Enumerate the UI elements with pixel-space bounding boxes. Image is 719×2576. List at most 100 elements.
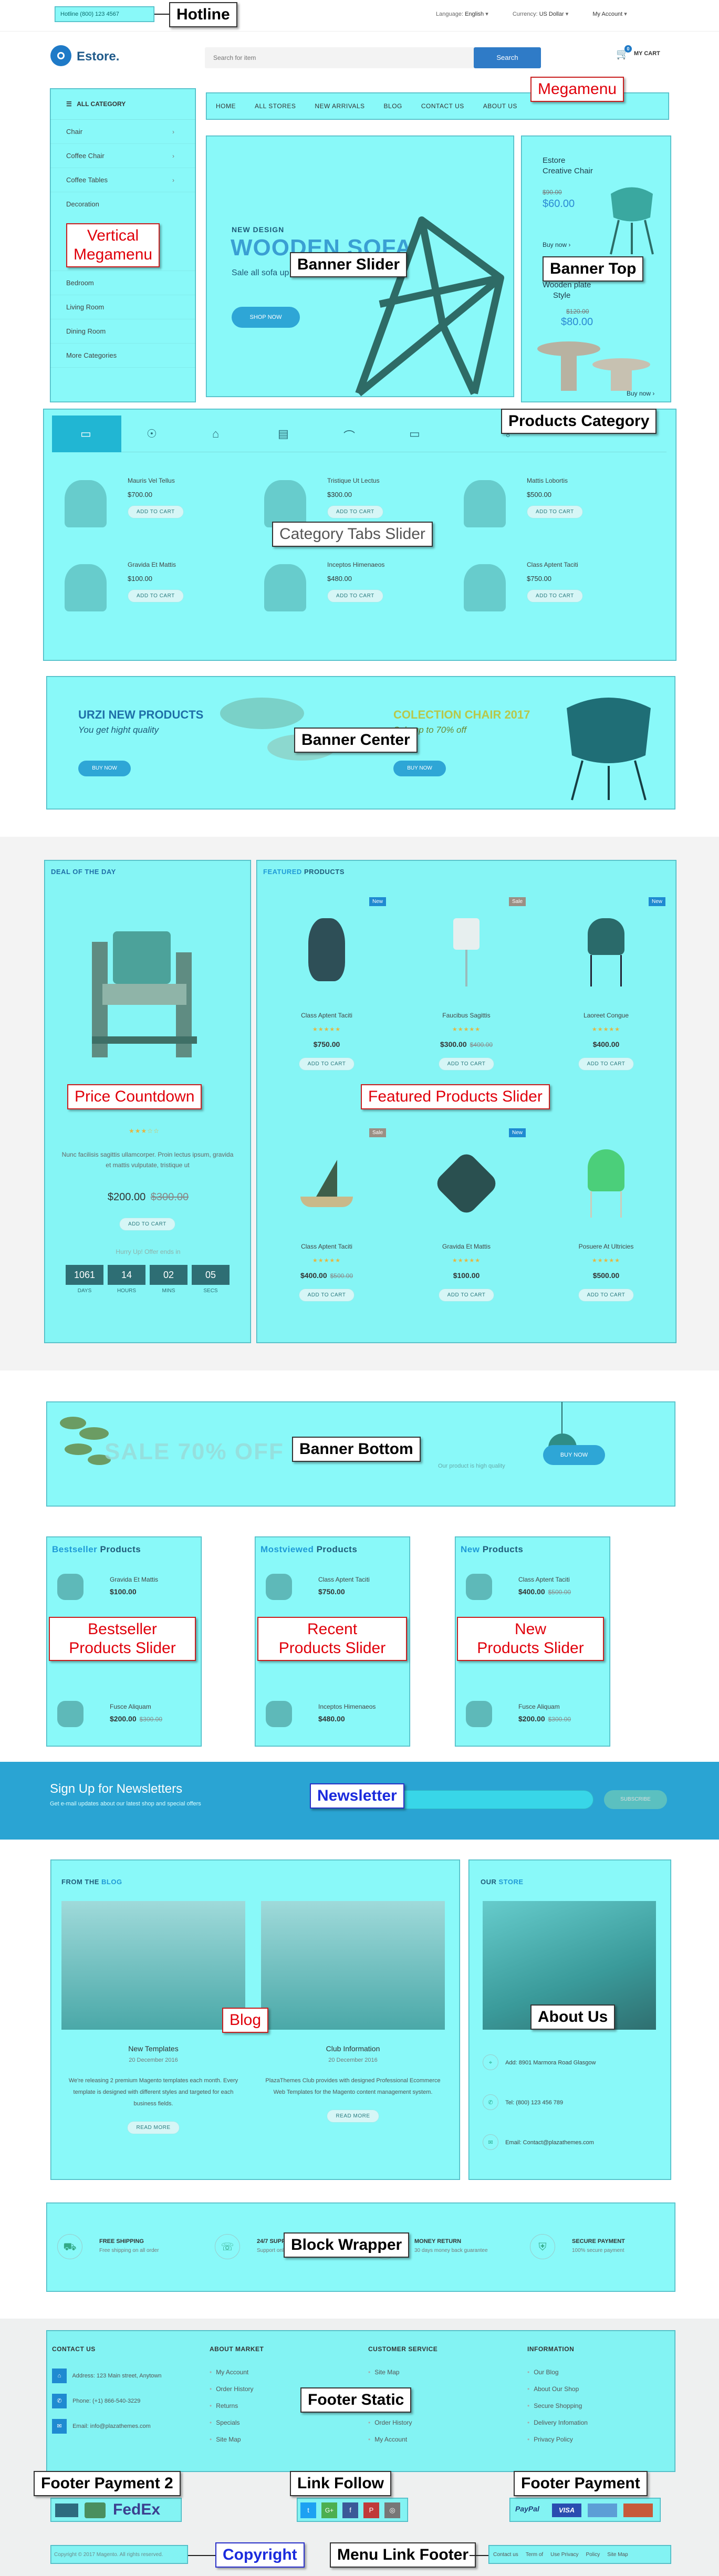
category-tab-active[interactable]: ▭: [52, 416, 121, 452]
product-name[interactable]: Inceptos Himenaeos: [318, 1703, 376, 1710]
product-name[interactable]: Inceptos Himenaeos: [327, 561, 384, 568]
add-to-cart-button[interactable]: ADD TO CART: [257, 1289, 397, 1302]
footer-link[interactable]: Privacy Policy: [527, 2436, 659, 2443]
add-to-cart-button[interactable]: ADD TO CART: [327, 589, 383, 603]
language-select[interactable]: English: [465, 11, 484, 17]
megamenu-item[interactable]: HOME: [206, 93, 245, 119]
footer-link[interactable]: Secure Shopping: [527, 2402, 659, 2409]
blog-post[interactable]: Club Information 20 December 2016 PlazaThe…: [261, 1901, 445, 2164]
lamp-icon[interactable]: ☉: [147, 427, 157, 441]
category-product[interactable]: Class Aptent Taciti $750.00 ADD TO CART: [464, 559, 642, 632]
megamenu-item[interactable]: CONTACT US: [412, 93, 474, 119]
add-to-cart-button[interactable]: ADD TO CART: [397, 1057, 536, 1071]
small-product-item[interactable]: Gravida Et Mattis $100.00: [57, 1574, 194, 1611]
vertical-menu-item[interactable]: Living Room: [50, 295, 195, 319]
vertical-menu-item[interactable]: More Categories: [50, 344, 195, 368]
product-name[interactable]: Class Aptent Taciti: [257, 1012, 397, 1019]
banner-top-link-2[interactable]: Buy now ›: [627, 390, 654, 397]
banner-center-left-button[interactable]: BUY NOW: [78, 761, 131, 776]
footer-link[interactable]: Site Map: [368, 2369, 499, 2376]
footer-menu-link[interactable]: Policy: [586, 2552, 600, 2558]
product-name[interactable]: Gravida Et Mattis: [110, 1576, 158, 1583]
footer-menu-link[interactable]: Use Privacy: [550, 2552, 578, 2558]
twitter-icon[interactable]: t: [300, 2502, 316, 2518]
add-to-cart-button[interactable]: ADD TO CART: [327, 505, 383, 518]
desk-lamp-icon[interactable]: ⌒: [343, 427, 355, 444]
footer-link[interactable]: My Account: [368, 2436, 499, 2443]
banner-center-right-button[interactable]: BUY NOW: [393, 761, 446, 776]
add-to-cart-button[interactable]: ADD TO CART: [536, 1289, 676, 1302]
add-to-cart-button[interactable]: ADD TO CART: [527, 505, 583, 518]
product-name[interactable]: Gravida Et Mattis: [128, 561, 176, 568]
add-to-cart-button[interactable]: ADD TO CART: [536, 1057, 676, 1071]
featured-product[interactable]: New Gravida Et Mattis ★★★★★ $100.00 ADD TO C…: [397, 1118, 536, 1344]
blog-post-title[interactable]: New Templates: [61, 2044, 245, 2053]
currency-select[interactable]: US Dollar: [539, 11, 564, 17]
instagram-icon[interactable]: ◎: [384, 2502, 400, 2518]
featured-product[interactable]: New Class Aptent Taciti ★★★★★ $750.00 ADD TO…: [257, 887, 397, 1113]
featured-product[interactable]: Sale Class Aptent Taciti ★★★★★ $400.00 $500.…: [257, 1118, 397, 1344]
footer-link[interactable]: Our Blog: [527, 2369, 659, 2376]
category-product[interactable]: Inceptos Himenaeos $480.00 ADD TO CART: [264, 559, 443, 632]
vertical-menu-title[interactable]: ☰ ALL CATEGORY: [50, 89, 195, 120]
vertical-menu-item[interactable]: Coffee Chair ›: [50, 144, 195, 168]
megamenu-item[interactable]: ALL STORES: [245, 93, 305, 119]
footer-menu-link[interactable]: Term of: [526, 2552, 543, 2558]
banner-top-link-1[interactable]: Buy now ›: [543, 241, 570, 248]
product-name[interactable]: Mauris Vel Tellus: [128, 477, 175, 484]
featured-product[interactable]: New Laoreet Congue ★★★★★ $400.00 ADD TO CART: [536, 887, 676, 1113]
add-to-cart-button[interactable]: ADD TO CART: [128, 589, 184, 603]
vertical-menu-item[interactable]: Bedroom: [50, 271, 195, 295]
category-product[interactable]: Gravida Et Mattis $100.00 ADD TO CART: [65, 559, 243, 632]
blog-post[interactable]: New Templates 20 December 2016 We're relea…: [61, 1901, 245, 2164]
product-name[interactable]: Faucibus Sagittis: [397, 1012, 536, 1019]
search-input[interactable]: [205, 47, 467, 68]
search-button[interactable]: Search: [474, 47, 541, 68]
add-to-cart-button[interactable]: ADD TO CART: [527, 589, 583, 603]
vertical-menu-item[interactable]: Coffee Tables ›: [50, 168, 195, 192]
add-to-cart-button[interactable]: ADD TO CART: [397, 1289, 536, 1302]
footer-link[interactable]: Delivery Infomation: [527, 2419, 659, 2426]
vertical-menu-item[interactable]: Dining Room: [50, 319, 195, 344]
product-name[interactable]: Posuere At Ultricies: [536, 1243, 676, 1250]
product-name[interactable]: Fusce Aliquam: [518, 1703, 560, 1710]
featured-product[interactable]: Posuere At Ultricies ★★★★★ $500.00 ADD TO C…: [536, 1118, 676, 1344]
subscribe-button[interactable]: SUBSCRIBE: [604, 1790, 667, 1809]
vertical-menu-item[interactable]: Chair ›: [50, 120, 195, 144]
footer-link[interactable]: Site Map: [210, 2436, 341, 2443]
footer-link[interactable]: My Account: [210, 2369, 341, 2376]
small-product-item[interactable]: Class Aptent Taciti $750.00: [266, 1574, 402, 1611]
facebook-icon[interactable]: f: [342, 2502, 358, 2518]
product-name[interactable]: Fusce Aliquam: [110, 1703, 151, 1710]
blog-post-title[interactable]: Club Information: [261, 2044, 445, 2053]
banner-top-item-2[interactable]: Wooden plate Style $120.00 $80.00 Buy no…: [522, 270, 672, 401]
banner-bottom-button[interactable]: BUY NOW: [543, 1445, 605, 1465]
footer-link[interactable]: Order History: [368, 2419, 499, 2426]
product-name[interactable]: Class Aptent Taciti: [257, 1243, 397, 1250]
deal-add-to-cart[interactable]: ADD TO CART: [119, 1218, 175, 1231]
add-to-cart-button[interactable]: ADD TO CART: [128, 505, 184, 518]
product-name[interactable]: Class Aptent Taciti: [318, 1576, 370, 1583]
read-more-button[interactable]: READ MORE: [261, 2110, 445, 2123]
product-name[interactable]: Class Aptent Taciti: [518, 1576, 570, 1583]
shop-now-button[interactable]: SHOP NOW: [232, 307, 300, 328]
megamenu-item[interactable]: BLOG: [374, 93, 412, 119]
footer-link[interactable]: About Our Shop: [527, 2385, 659, 2393]
product-name[interactable]: Class Aptent Taciti: [527, 561, 578, 568]
small-product-item[interactable]: Fusce Aliquam $200.00 $300.00: [57, 1701, 194, 1738]
cart[interactable]: 🛒 0 MY CART: [616, 45, 674, 63]
pinterest-icon[interactable]: P: [363, 2502, 379, 2518]
small-product-item[interactable]: Inceptos Himenaeos $480.00: [266, 1701, 402, 1738]
add-to-cart-button[interactable]: ADD TO CART: [257, 1057, 397, 1071]
product-name[interactable]: Tristique Ut Lectus: [327, 477, 380, 484]
account-link[interactable]: My Account: [592, 11, 622, 17]
megamenu-item[interactable]: ABOUT US: [474, 93, 527, 119]
product-name[interactable]: Mattis Lobortis: [527, 477, 568, 484]
sofa-icon[interactable]: ⌂: [212, 427, 219, 441]
bed-icon[interactable]: ▭: [409, 427, 420, 441]
megamenu-item[interactable]: NEW ARRIVALS: [305, 93, 374, 119]
cabinet-icon[interactable]: ▤: [278, 427, 289, 441]
category-product[interactable]: Mattis Lobortis $500.00 ADD TO CART: [464, 475, 642, 548]
logo[interactable]: Estore.: [50, 45, 155, 66]
banner-top-item-1[interactable]: Estore Creative Chair $90.00 $60.00 Buy …: [522, 136, 672, 267]
